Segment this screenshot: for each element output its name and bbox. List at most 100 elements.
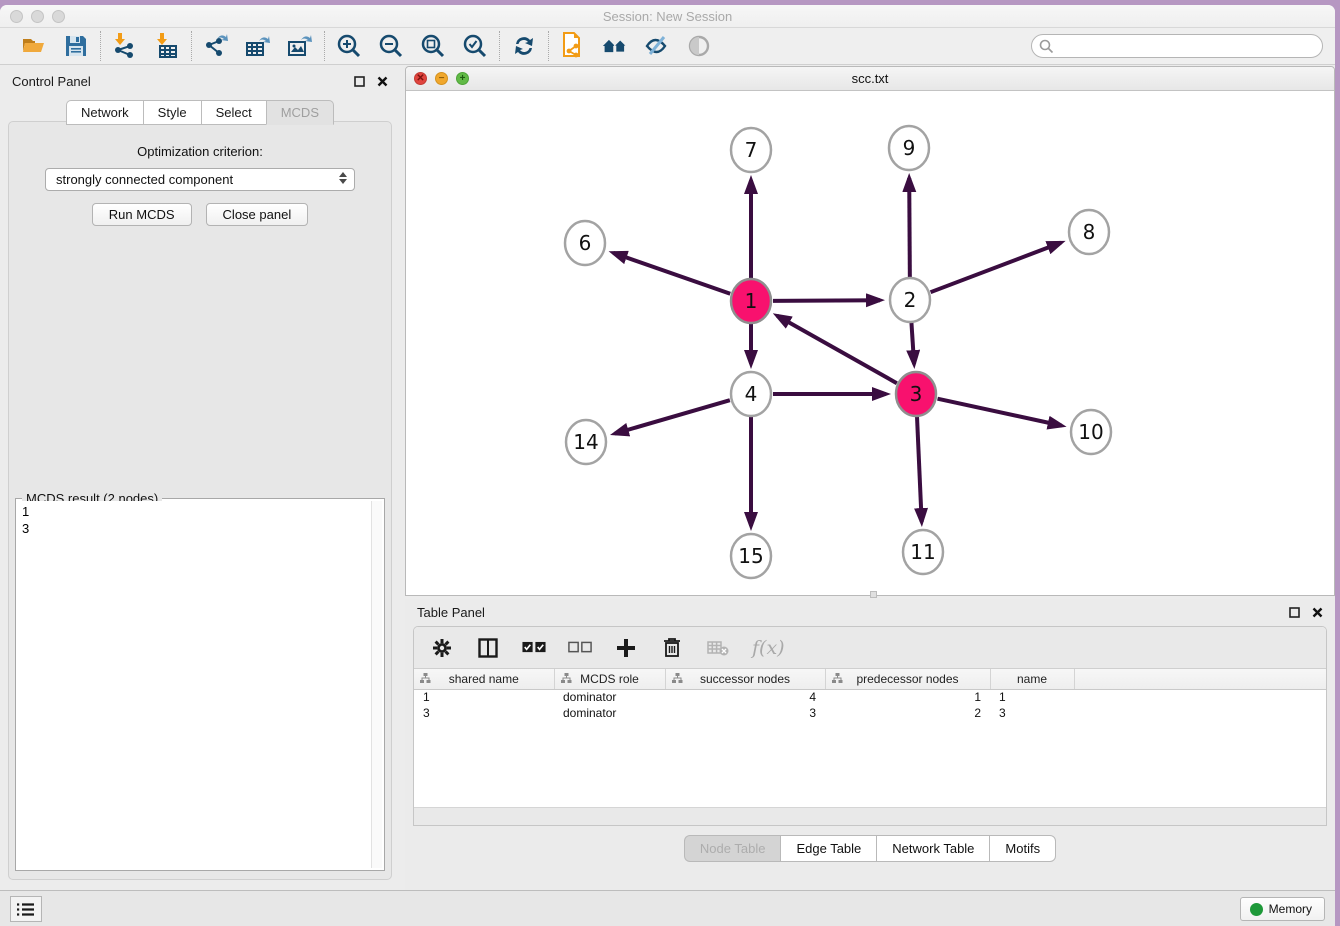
function-builder-icon[interactable]: f(x) xyxy=(752,637,785,659)
export-network-icon[interactable] xyxy=(203,33,229,59)
optimization-criterion-select[interactable]: strongly connected component xyxy=(45,168,355,191)
deselect-all-icon[interactable] xyxy=(568,636,592,660)
first-neighbors-icon[interactable] xyxy=(602,33,628,59)
close-window-button[interactable] xyxy=(10,10,23,23)
export-image-icon[interactable] xyxy=(287,33,313,59)
close-table-panel-icon[interactable] xyxy=(1312,607,1323,618)
vertical-splitter-handle[interactable] xyxy=(870,591,877,598)
column-header-successor-nodes[interactable]: successor nodes xyxy=(665,669,825,689)
float-table-panel-icon[interactable] xyxy=(1289,607,1300,618)
graph-node-label-7: 7 xyxy=(745,138,758,162)
network-canvas[interactable]: 7968124314101511 xyxy=(406,91,1334,595)
import-network-icon[interactable] xyxy=(112,33,138,59)
table-tab-motifs[interactable]: Motifs xyxy=(989,835,1056,862)
zoom-fit-icon[interactable] xyxy=(420,33,446,59)
mcds-result-group: MCDS result (2 nodes) 1 3 xyxy=(15,498,385,871)
table-cell[interactable]: 1 xyxy=(990,689,1074,705)
network-window-title: scc.txt xyxy=(406,67,1334,91)
table-tab-edge-table[interactable]: Edge Table xyxy=(780,835,876,862)
edge-3-11[interactable] xyxy=(917,416,922,522)
graph-node-label-10: 10 xyxy=(1078,420,1103,444)
close-panel-button[interactable]: Close panel xyxy=(206,203,309,226)
graph-node-label-4: 4 xyxy=(745,382,758,406)
save-session-icon[interactable] xyxy=(63,33,89,59)
application-window: Session: New Session xyxy=(0,5,1335,926)
column-header-predecessor-nodes[interactable]: predecessor nodes xyxy=(825,669,990,689)
edge-2-3[interactable] xyxy=(911,322,914,364)
column-selector-icon[interactable] xyxy=(476,636,500,660)
control-tab-mcds[interactable]: MCDS xyxy=(266,100,334,125)
zoom-selected-icon[interactable] xyxy=(462,33,488,59)
control-tab-style[interactable]: Style xyxy=(143,100,201,125)
table-cell[interactable]: dominator xyxy=(554,705,665,721)
node-table: shared nameMCDS rolesuccessor nodesprede… xyxy=(414,669,1326,721)
column-header-name[interactable]: name xyxy=(990,669,1074,689)
network-window-controls: ✕ − + xyxy=(414,72,469,85)
titlebar: Session: New Session xyxy=(0,5,1335,28)
zoom-in-icon[interactable] xyxy=(336,33,362,59)
edge-4-14[interactable] xyxy=(615,400,730,433)
refresh-layout-icon[interactable] xyxy=(511,33,537,59)
window-controls xyxy=(10,10,65,23)
table-cell[interactable]: 3 xyxy=(990,705,1074,721)
graph-node-label-1: 1 xyxy=(745,289,758,313)
table-tab-node-table[interactable]: Node Table xyxy=(684,835,781,862)
network-minimize-button[interactable]: − xyxy=(435,72,448,85)
table-row[interactable]: 3dominator323 xyxy=(414,705,1326,721)
mcds-result-text[interactable]: 1 3 xyxy=(18,501,370,868)
float-panel-icon[interactable] xyxy=(354,76,365,87)
memory-button-label: Memory xyxy=(1269,902,1312,916)
gear-icon[interactable] xyxy=(430,636,454,660)
maximize-window-button[interactable] xyxy=(52,10,65,23)
graph-node-label-3: 3 xyxy=(910,382,923,406)
edge-2-9[interactable] xyxy=(909,178,910,278)
edge-2-8[interactable] xyxy=(931,243,1061,293)
edge-3-10[interactable] xyxy=(937,399,1061,426)
task-list-icon xyxy=(17,902,35,917)
table-hscroll-area[interactable] xyxy=(414,807,1326,825)
table-row[interactable]: 1dominator411 xyxy=(414,689,1326,705)
task-history-button[interactable] xyxy=(10,896,42,922)
delete-table-icon[interactable] xyxy=(706,636,730,660)
new-network-from-selection-icon[interactable] xyxy=(560,33,586,59)
edge-1-6[interactable] xyxy=(613,253,730,294)
status-bar: Memory xyxy=(0,890,1335,926)
export-table-icon[interactable] xyxy=(245,33,271,59)
memory-status-icon xyxy=(1250,903,1263,916)
control-tab-select[interactable]: Select xyxy=(201,100,266,125)
open-session-icon[interactable] xyxy=(21,33,47,59)
edge-3-1[interactable] xyxy=(777,316,897,383)
search-input[interactable] xyxy=(1031,34,1323,58)
add-column-icon[interactable] xyxy=(614,636,638,660)
table-cell[interactable]: dominator xyxy=(554,689,665,705)
result-scrollbar[interactable] xyxy=(371,501,382,868)
close-panel-icon[interactable] xyxy=(377,76,388,87)
optimization-criterion-value: strongly connected component xyxy=(56,172,233,187)
node-table-container: f(x) shared nameMCDS rolesuccessor nodes… xyxy=(413,626,1327,826)
edge-1-2[interactable] xyxy=(773,300,880,301)
control-tab-network[interactable]: Network xyxy=(66,100,143,125)
run-mcds-button[interactable]: Run MCDS xyxy=(92,203,192,226)
search-icon xyxy=(1039,39,1054,54)
select-all-icon[interactable] xyxy=(522,636,546,660)
import-table-icon[interactable] xyxy=(154,33,180,59)
column-header-shared-name[interactable]: shared name xyxy=(414,669,554,689)
delete-column-icon[interactable] xyxy=(660,636,684,660)
table-cell[interactable]: 3 xyxy=(414,705,554,721)
table-cell[interactable]: 1 xyxy=(414,689,554,705)
memory-button[interactable]: Memory xyxy=(1240,897,1325,921)
table-cell[interactable]: 4 xyxy=(665,689,825,705)
network-graph[interactable]: 7968124314101511 xyxy=(406,91,1334,595)
table-cell[interactable]: 1 xyxy=(825,689,990,705)
right-column: ✕ − + scc.txt 7968124314101511 Table Pan… xyxy=(400,66,1335,890)
table-cell[interactable]: 3 xyxy=(665,705,825,721)
column-header-MCDS-role[interactable]: MCDS role xyxy=(554,669,665,689)
network-maximize-button[interactable]: + xyxy=(456,72,469,85)
network-close-button[interactable]: ✕ xyxy=(414,72,427,85)
minimize-window-button[interactable] xyxy=(31,10,44,23)
hide-selected-icon[interactable] xyxy=(644,33,670,59)
birdseye-icon[interactable] xyxy=(686,33,712,59)
zoom-out-icon[interactable] xyxy=(378,33,404,59)
table-cell[interactable]: 2 xyxy=(825,705,990,721)
table-tab-network-table[interactable]: Network Table xyxy=(876,835,989,862)
